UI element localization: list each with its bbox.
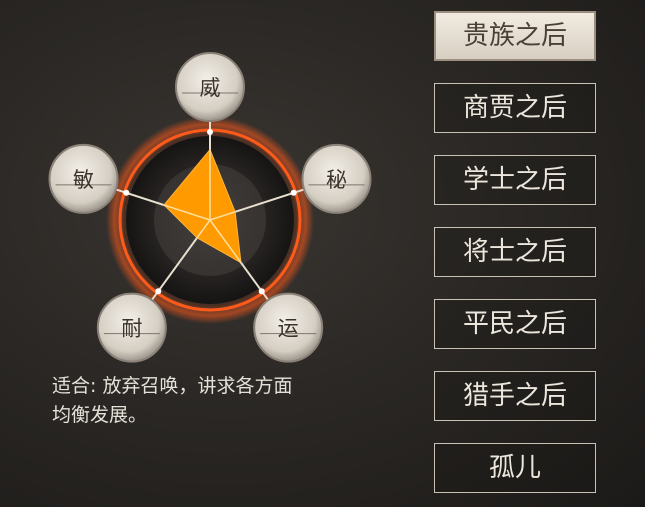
description-line-1: 适合: 放弃召唤，讲求各方面 [52,375,293,397]
background-option-scholar[interactable]: 学士之后 [434,155,596,205]
description-line-2: 均衡发展。 [52,404,148,426]
attribute-node-wei: 威 [175,52,245,122]
background-option-soldier[interactable]: 将士之后 [434,227,596,277]
background-option-noble[interactable]: 贵族之后 [434,11,596,61]
attribute-radar-chart: 威秘运 耐 敏 [48,52,372,363]
axis-dot-nai [155,288,162,295]
attribute-label-yun: 运 [278,317,299,341]
attribute-node-mi: 秘 [301,143,372,214]
attribute-node-min: 敏 [48,143,119,214]
axis-dot-yun [258,288,265,295]
axis-dot-min [123,189,130,196]
axis-dot-mi [290,189,297,196]
background-option-merchant[interactable]: 商贾之后 [434,83,596,133]
background-option-hunter[interactable]: 猎手之后 [434,371,596,421]
attribute-node-nai: 耐 [96,292,167,363]
background-option-orphan[interactable]: 孤儿 [434,443,596,493]
attribute-label-mi: 秘 [326,168,347,192]
attribute-label-wei: 威 [200,76,221,100]
attribute-label-min: 敏 [73,168,94,192]
background-option-commoner[interactable]: 平民之后 [434,299,596,349]
axis-dot-wei [207,129,213,135]
character-background-screen: 威秘运 耐 敏 适合: 放弃召唤，讲求各方面 均衡发展。 贵族之后 商贾之后 学士之… [0,0,645,507]
attribute-label-nai: 耐 [121,317,142,341]
background-description: 适合: 放弃召唤，讲求各方面 均衡发展。 [52,372,392,430]
attribute-node-yun: 运 [253,292,324,363]
